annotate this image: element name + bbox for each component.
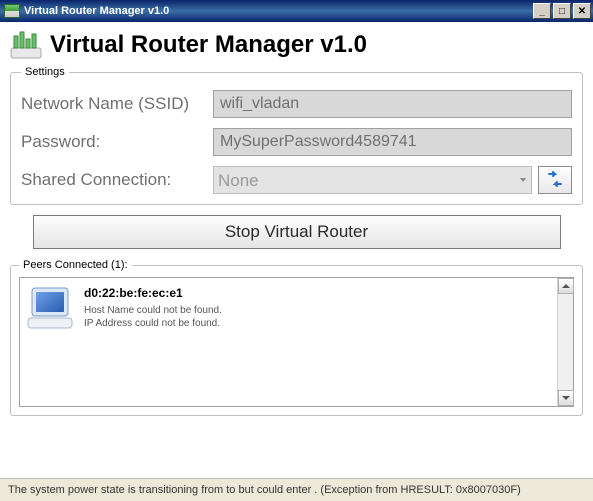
connection-select[interactable]: None [213, 166, 532, 194]
status-text: The system power state is transitioning … [8, 484, 521, 496]
peers-list: d0:22:be:fe:ec:e1 Host Name could not be… [19, 277, 574, 407]
peer-ip-msg: IP Address could not be found. [84, 317, 222, 330]
peers-legend: Peers Connected (1): [19, 259, 132, 271]
status-bar: The system power state is transitioning … [0, 478, 593, 501]
ssid-row: Network Name (SSID) [21, 90, 572, 118]
scroll-down-icon[interactable] [558, 390, 574, 406]
computer-icon [26, 284, 80, 332]
password-input[interactable] [213, 128, 572, 156]
scroll-up-icon[interactable] [558, 278, 574, 294]
settings-legend: Settings [21, 66, 69, 78]
maximize-button[interactable]: □ [553, 3, 571, 19]
app-header: Virtual Router Manager v1.0 [10, 30, 583, 60]
peer-info: d0:22:be:fe:ec:e1 Host Name could not be… [84, 284, 222, 330]
minimize-button[interactable]: _ [533, 3, 551, 19]
router-icon [10, 30, 44, 60]
window-controls: _ □ ✕ [531, 3, 591, 19]
connection-row: Shared Connection: None [21, 166, 572, 194]
window-content: Virtual Router Manager v1.0 Settings Net… [0, 22, 593, 478]
peer-mac: d0:22:be:fe:ec:e1 [84, 286, 222, 300]
window-title: Virtual Router Manager v1.0 [24, 5, 169, 17]
close-button[interactable]: ✕ [573, 3, 591, 19]
peers-group: Peers Connected (1): [10, 259, 583, 416]
page-title: Virtual Router Manager v1.0 [50, 31, 367, 59]
ssid-input[interactable] [213, 90, 572, 118]
title-bar: Virtual Router Manager v1.0 _ □ ✕ [0, 0, 593, 22]
app-small-icon [4, 4, 20, 18]
scrollbar[interactable] [557, 278, 573, 406]
stop-router-button[interactable]: Stop Virtual Router [33, 215, 561, 249]
peer-hostname-msg: Host Name could not be found. [84, 304, 222, 317]
refresh-button[interactable] [538, 166, 572, 194]
refresh-icon [545, 171, 565, 190]
password-label: Password: [21, 132, 213, 152]
ssid-label: Network Name (SSID) [21, 94, 213, 114]
password-row: Password: [21, 128, 572, 156]
peer-item[interactable]: d0:22:be:fe:ec:e1 Host Name could not be… [26, 284, 553, 332]
settings-group: Settings Network Name (SSID) Password: S… [10, 66, 583, 205]
connection-label: Shared Connection: [21, 170, 213, 190]
